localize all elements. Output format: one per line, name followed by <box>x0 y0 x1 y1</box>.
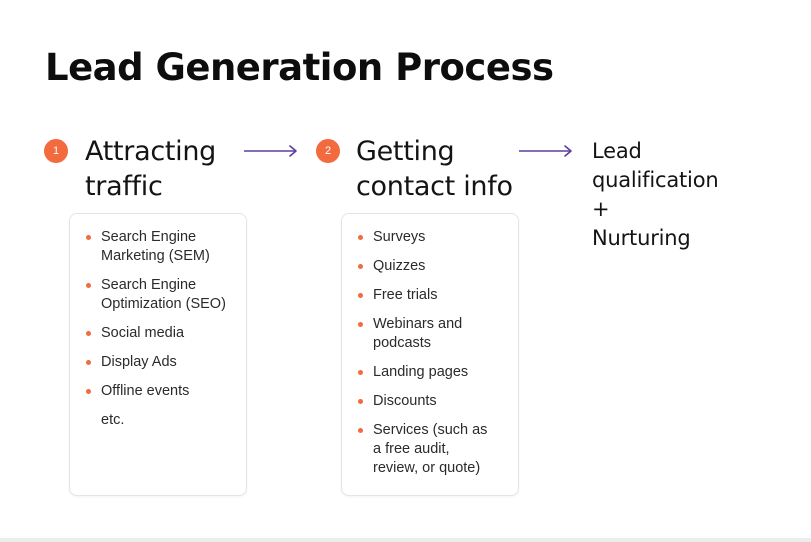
dot-bullet-icon <box>86 235 91 240</box>
step-1-badge: 1 <box>44 139 68 163</box>
dot-bullet-icon <box>86 360 91 365</box>
step-1-card: Search Engine Marketing (SEM) Search Eng… <box>69 213 247 496</box>
step-1-title-line-2: traffic <box>85 171 163 202</box>
dot-bullet-icon <box>86 389 91 394</box>
list-item: Surveys <box>358 228 508 247</box>
right-arrow-icon <box>244 145 297 157</box>
final-step-line-1: Lead <box>592 139 642 163</box>
step-2-card: Surveys Quizzes Free trials Webinars and… <box>341 213 519 496</box>
dot-bullet-icon <box>358 399 363 404</box>
dot-bullet-icon <box>358 264 363 269</box>
dot-bullet-icon <box>358 322 363 327</box>
list-footer: etc. <box>101 412 125 428</box>
dot-bullet-icon <box>358 293 363 298</box>
step-1-list: Search Engine Marketing (SEM) Search Eng… <box>86 228 236 401</box>
list-item: Free trials <box>358 286 508 305</box>
list-item: Offline events <box>86 382 236 401</box>
step-2-badge: 2 <box>316 139 340 163</box>
step-2-title-line-2: contact info <box>356 171 513 202</box>
list-item: Social media <box>86 324 236 343</box>
step-2-number: 2 <box>324 145 332 157</box>
list-item: Search Engine Optimization (SEO) <box>86 276 241 314</box>
dot-bullet-icon <box>86 283 91 288</box>
list-item: Search Engine Marketing (SEM) <box>86 228 231 266</box>
slide: Lead Generation Process 1 Attracting tra… <box>0 0 811 542</box>
list-item: Webinars and podcasts <box>358 315 483 353</box>
step-1-number: 1 <box>52 145 60 157</box>
step-2-title-line-1: Getting <box>356 136 455 167</box>
final-step: Lead qualification + Nurturing <box>592 137 719 253</box>
list-item: Quizzes <box>358 257 508 276</box>
dot-bullet-icon <box>358 428 363 433</box>
final-step-line-3: + <box>592 197 610 221</box>
list-item: Discounts <box>358 392 508 411</box>
dot-bullet-icon <box>358 235 363 240</box>
right-arrow-icon <box>519 145 572 157</box>
step-1-title-line-1: Attracting <box>85 136 216 167</box>
dot-bullet-icon <box>86 331 91 336</box>
step-2-list: Surveys Quizzes Free trials Webinars and… <box>358 228 508 478</box>
list-item: Landing pages <box>358 363 508 382</box>
dot-bullet-icon <box>358 370 363 375</box>
final-step-line-2: qualification <box>592 168 719 192</box>
bottom-divider <box>0 538 811 542</box>
final-step-line-4: Nurturing <box>592 226 691 250</box>
step-2-title: Getting contact info <box>356 134 513 204</box>
step-1-title: Attracting traffic <box>85 134 216 204</box>
page-title: Lead Generation Process <box>45 46 554 89</box>
list-item: Display Ads <box>86 353 236 372</box>
list-item: Services (such as a free audit, review, … <box>358 421 498 478</box>
